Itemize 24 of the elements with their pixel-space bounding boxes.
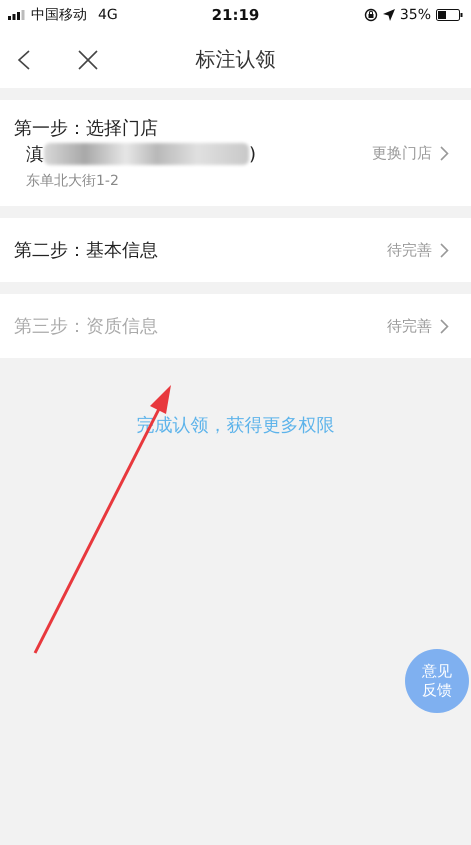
step-row[interactable]: 第一步：选择门店 滇 ) 东单北大街1-2 更换门店 xyxy=(0,100,471,206)
store-address: 东单北大街1-2 xyxy=(25,172,120,190)
clock-time: 21:19 xyxy=(212,6,260,24)
feedback-button[interactable]: 意见反馈 xyxy=(405,649,469,713)
store-name-end: ) xyxy=(249,144,256,164)
step-title: 第一步：选择门店 xyxy=(14,117,159,140)
step-title: 第二步：基本信息 xyxy=(14,239,159,262)
step-status-link[interactable]: 待完善 xyxy=(387,240,449,260)
carrier-name: 中国移动 xyxy=(31,6,87,24)
chevron-right-icon xyxy=(440,242,449,258)
step-row[interactable]: 第二步：基本信息 待完善 xyxy=(0,218,471,282)
close-button[interactable] xyxy=(76,48,100,72)
step-title: 第三步：资质信息 xyxy=(14,315,159,338)
location-arrow-icon xyxy=(382,9,395,21)
battery-icon xyxy=(436,9,463,21)
network-type: 4G xyxy=(98,7,118,23)
store-name-start: 滇 xyxy=(26,143,44,166)
battery-percent: 35% xyxy=(400,7,431,23)
page-title: 标注认领 xyxy=(196,46,276,72)
signal-icon xyxy=(8,10,26,20)
chevron-right-icon xyxy=(440,146,449,160)
chevron-right-icon xyxy=(440,318,449,334)
change-store-link[interactable]: 更换门店 xyxy=(372,144,449,162)
rotation-lock-icon xyxy=(364,8,378,22)
